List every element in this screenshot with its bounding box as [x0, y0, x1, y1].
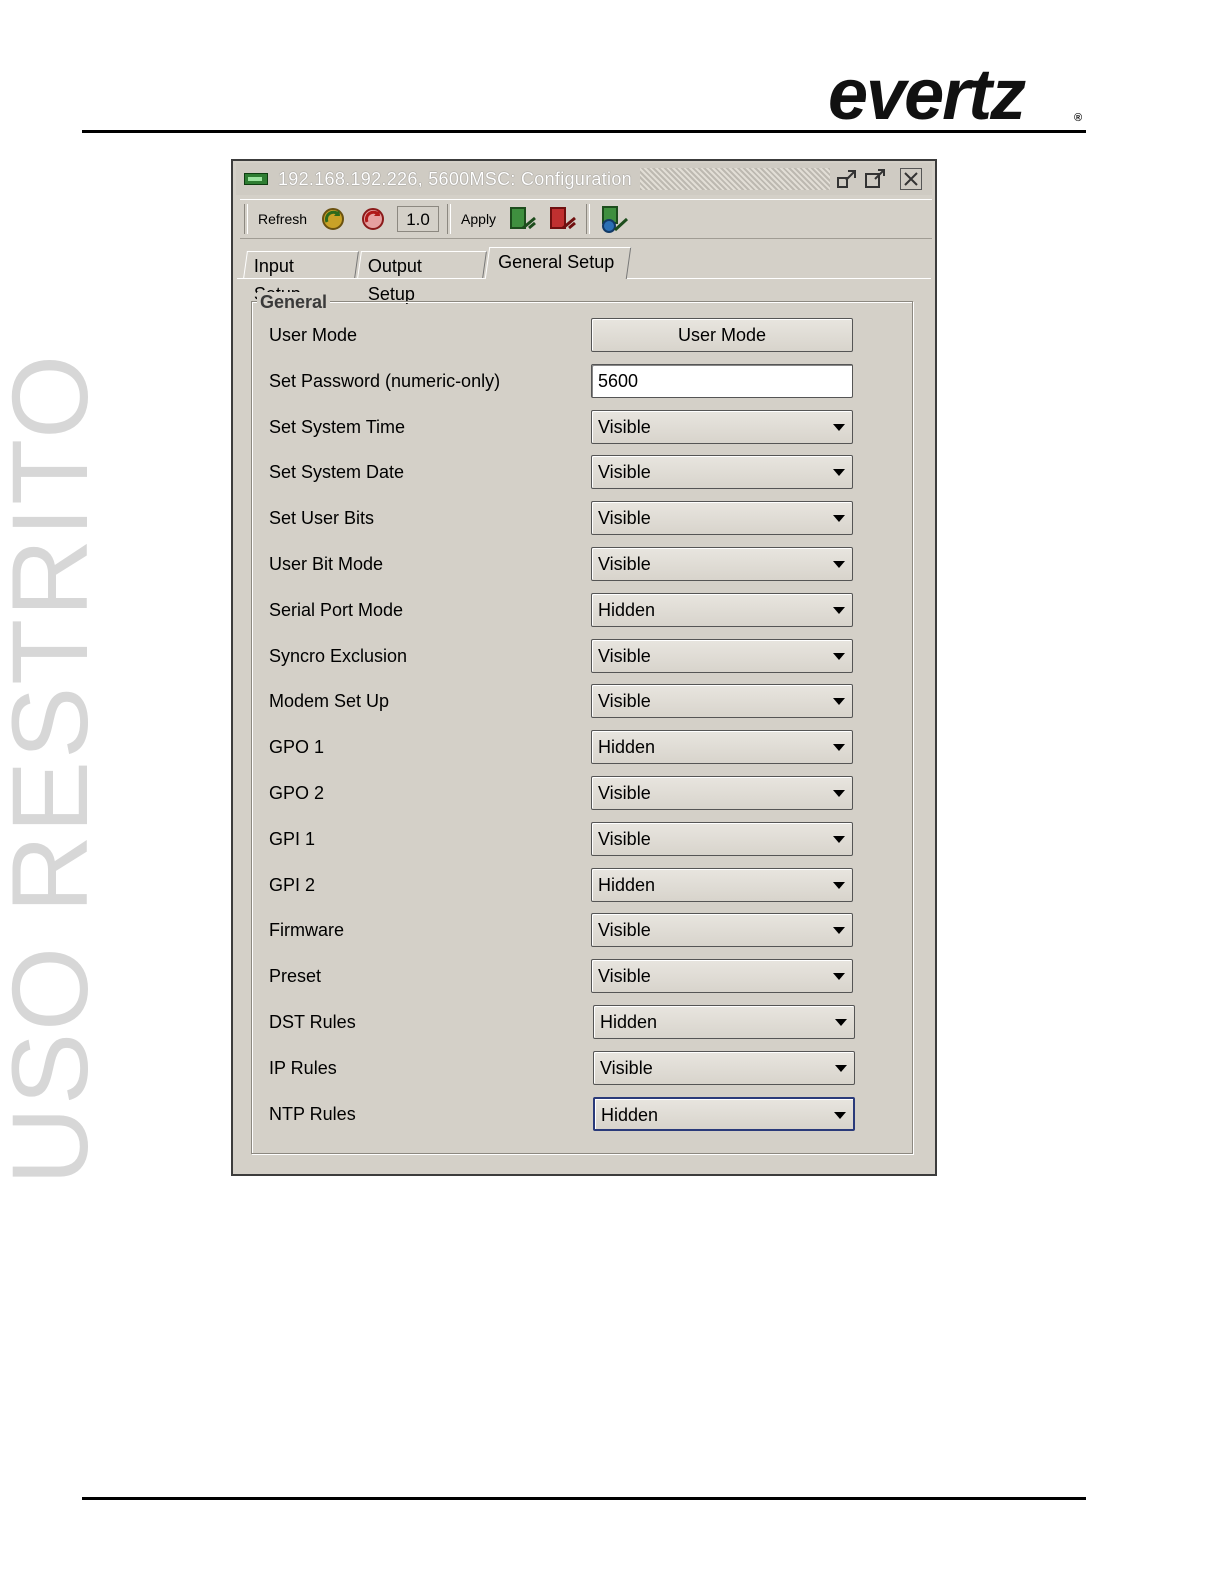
gpi-1-select[interactable]: Visible [591, 822, 853, 856]
undock-icon[interactable] [836, 168, 858, 190]
setting-label: Serial Port Mode [269, 600, 404, 620]
evertz-logo: evertz ® [828, 59, 1088, 131]
apply-global-icon[interactable] [599, 204, 629, 234]
setting-label: Modem Set Up [269, 691, 390, 711]
apply-label: Apply [461, 211, 497, 227]
set-user-bits-select[interactable]: Visible [591, 501, 853, 535]
window-title: 192.168.192.226, 5600MSC: Configuration [278, 168, 632, 189]
setting-label: IP Rules [269, 1058, 337, 1078]
setting-row-set-password-numeric-only: Set Password (numeric-only) 5600 [233, 364, 933, 400]
tab-output-setup[interactable]: Output Setup [357, 251, 487, 304]
gpi-2-select[interactable]: Hidden [591, 868, 853, 902]
setting-label: GPI 2 [269, 875, 316, 895]
set-system-date-select[interactable]: Visible [591, 455, 853, 489]
ip-rules-select[interactable]: Visible [593, 1051, 855, 1085]
configuration-window: 192.168.192.226, 5600MSC: Configuration … [231, 159, 937, 1176]
setting-label: Set User Bits [269, 508, 375, 528]
watermark: USO RESTRITO [0, 352, 110, 1185]
modem-set-up-select[interactable]: Visible [591, 684, 853, 718]
group-title: General [257, 292, 331, 313]
toolbar-separator [586, 204, 591, 234]
toolbar-separator [244, 204, 248, 234]
setting-row-dst-rules: DST Rules Hidden [233, 1005, 933, 1041]
tab-label: General Setup [498, 252, 615, 272]
tab-label: Output Setup [367, 256, 422, 304]
setting-row-ntp-rules: NTP Rules Hidden [233, 1097, 933, 1133]
setting-label: User Mode [269, 325, 358, 345]
footer-rule [82, 1497, 1086, 1500]
version-field[interactable]: 1.0 [397, 206, 440, 232]
tab-input-setup[interactable]: Input Setup [243, 251, 359, 304]
setting-label: Syncro Exclusion [269, 646, 408, 666]
setting-label: Set System Date [269, 462, 405, 482]
tab-general-setup[interactable]: General Setup [484, 247, 632, 279]
setting-row-serial-port-mode: Serial Port Mode Hidden [233, 593, 933, 629]
toolbar-separator [447, 204, 452, 234]
setting-row-set-system-date: Set System Date Visible [233, 455, 933, 491]
setting-label: DST Rules [269, 1012, 356, 1032]
toolbar: Refresh 1.0 Apply [240, 199, 932, 239]
setting-row-user-mode: User Mode User Mode [233, 318, 933, 354]
user-bit-mode-select[interactable]: Visible [591, 547, 853, 581]
refresh-selected-icon[interactable] [358, 204, 388, 234]
setting-row-syncro-exclusion: Syncro Exclusion Visible [233, 639, 933, 675]
refresh-all-icon[interactable] [318, 204, 348, 234]
setting-label: User Bit Mode [269, 554, 384, 574]
setting-row-user-bit-mode: User Bit Mode Visible [233, 547, 933, 583]
dst-rules-select[interactable]: Hidden [593, 1005, 855, 1039]
setting-label: Set Password (numeric-only) [269, 371, 501, 391]
syncro-exclusion-select[interactable]: Visible [591, 639, 853, 673]
password-input[interactable]: 5600 [591, 364, 853, 398]
setting-row-firmware: Firmware Visible [233, 913, 933, 949]
setting-label: Set System Time [269, 417, 406, 437]
setting-row-set-system-time: Set System Time Visible [233, 410, 933, 446]
set-system-time-select[interactable]: Visible [591, 410, 853, 444]
user-mode-button[interactable]: User Mode [591, 318, 853, 352]
logo-text: evertz [828, 55, 1026, 135]
setting-row-gpo-1: GPO 1 Hidden [233, 730, 933, 766]
titlebar-grip [639, 168, 830, 190]
registered-mark: ® [1074, 112, 1083, 124]
setting-row-gpi-2: GPI 2 Hidden [233, 868, 933, 904]
setting-label: Firmware [269, 920, 344, 940]
setting-label: Preset [269, 966, 322, 986]
refresh-label: Refresh [258, 211, 308, 227]
setting-label: GPI 1 [269, 829, 316, 849]
serial-port-mode-select[interactable]: Hidden [591, 593, 853, 627]
setting-row-preset: Preset Visible [233, 959, 933, 995]
setting-label: GPO 2 [269, 783, 325, 803]
ntp-rules-select[interactable]: Hidden [593, 1097, 855, 1131]
setting-row-modem-set-up: Modem Set Up Visible [233, 684, 933, 720]
device-card-icon [244, 173, 268, 185]
header-rule [82, 130, 1086, 133]
window-titlebar[interactable]: 192.168.192.226, 5600MSC: Configuration [236, 163, 932, 195]
apply-all-icon[interactable] [507, 204, 537, 234]
gpo-2-select[interactable]: Visible [591, 776, 853, 810]
tab-strip: Input Setup Output Setup General Setup [241, 247, 931, 304]
close-icon[interactable] [899, 168, 922, 190]
firmware-select[interactable]: Visible [591, 913, 853, 947]
gpo-1-select[interactable]: Hidden [591, 730, 853, 764]
setting-label: NTP Rules [269, 1104, 356, 1124]
setting-row-gpo-2: GPO 2 Visible [233, 776, 933, 812]
setting-row-set-user-bits: Set User Bits Visible [233, 501, 933, 537]
maximize-icon[interactable] [864, 168, 886, 190]
setting-label: GPO 1 [269, 737, 325, 757]
setting-row-ip-rules: IP Rules Visible [233, 1051, 933, 1087]
setting-row-gpi-1: GPI 1 Visible [233, 822, 933, 858]
apply-selected-icon[interactable] [547, 204, 577, 234]
preset-select[interactable]: Visible [591, 959, 853, 993]
